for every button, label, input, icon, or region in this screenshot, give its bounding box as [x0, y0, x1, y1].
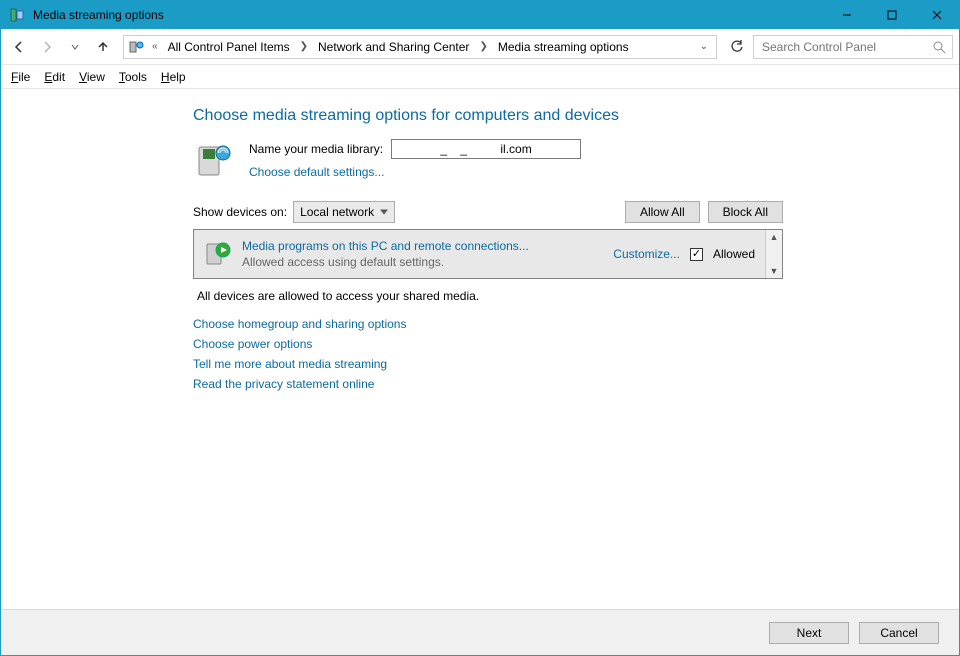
- search-icon: [932, 40, 946, 54]
- device-row[interactable]: Media programs on this PC and remote con…: [194, 230, 765, 278]
- navbar: « All Control Panel Items ❯ Network and …: [1, 29, 959, 65]
- device-list: Media programs on this PC and remote con…: [193, 229, 783, 279]
- window-title: Media streaming options: [33, 8, 164, 22]
- library-name-label: Name your media library:: [249, 142, 383, 156]
- show-devices-value: Local network: [300, 205, 374, 219]
- show-devices-select[interactable]: Local network: [293, 201, 395, 223]
- nav-up-button[interactable]: [91, 35, 115, 59]
- chevron-right-icon: ❯: [477, 41, 489, 52]
- breadcrumb-icon: [128, 38, 146, 56]
- search-input[interactable]: [760, 39, 932, 55]
- content-area: Choose media streaming options for compu…: [1, 89, 959, 609]
- menu-tools[interactable]: Tools: [119, 70, 147, 84]
- show-devices-row: Show devices on: Local network Allow All…: [193, 201, 783, 223]
- device-title-link[interactable]: Media programs on this PC and remote con…: [242, 239, 603, 253]
- window: Media streaming options « All Control Pa…: [0, 0, 960, 656]
- minimize-button[interactable]: [824, 1, 869, 29]
- device-list-scrollbar[interactable]: ▲ ▼: [765, 230, 782, 278]
- breadcrumb-prefix: «: [150, 41, 160, 52]
- status-text: All devices are allowed to access your s…: [197, 289, 783, 303]
- menu-file[interactable]: File: [11, 70, 30, 84]
- app-icon: [7, 5, 27, 25]
- menu-edit[interactable]: Edit: [44, 70, 65, 84]
- titlebar: Media streaming options: [1, 1, 959, 29]
- refresh-button[interactable]: [725, 35, 749, 59]
- nav-forward-button[interactable]: [35, 35, 59, 59]
- device-allowed-label: Allowed: [713, 247, 755, 261]
- breadcrumb[interactable]: « All Control Panel Items ❯ Network and …: [123, 35, 717, 59]
- library-row: Name your media library: Choose default …: [193, 139, 783, 183]
- breadcrumb-item-0[interactable]: All Control Panel Items: [164, 40, 294, 54]
- link-privacy-statement[interactable]: Read the privacy statement online: [193, 377, 783, 391]
- close-button[interactable]: [914, 1, 959, 29]
- link-power-options[interactable]: Choose power options: [193, 337, 783, 351]
- cancel-button[interactable]: Cancel: [859, 622, 939, 644]
- menu-help[interactable]: Help: [161, 70, 186, 84]
- choose-default-settings-link[interactable]: Choose default settings...: [249, 165, 581, 179]
- block-all-button[interactable]: Block All: [708, 201, 783, 223]
- footer: Next Cancel: [1, 609, 959, 655]
- show-devices-label: Show devices on:: [193, 205, 287, 219]
- link-media-streaming-help[interactable]: Tell me more about media streaming: [193, 357, 783, 371]
- breadcrumb-item-2[interactable]: Media streaming options: [494, 40, 633, 54]
- breadcrumb-item-1[interactable]: Network and Sharing Center: [314, 40, 473, 54]
- allow-all-button[interactable]: Allow All: [625, 201, 700, 223]
- search-box[interactable]: [753, 35, 953, 59]
- library-icon: [193, 139, 237, 183]
- related-links: Choose homegroup and sharing options Cho…: [193, 317, 783, 391]
- device-customize-link[interactable]: Customize...: [613, 247, 680, 261]
- scroll-down-icon[interactable]: ▼: [770, 266, 779, 276]
- menu-view[interactable]: View: [79, 70, 105, 84]
- chevron-right-icon: ❯: [298, 41, 310, 52]
- device-subtitle: Allowed access using default settings.: [242, 255, 603, 269]
- scroll-up-icon[interactable]: ▲: [770, 232, 779, 242]
- next-button[interactable]: Next: [769, 622, 849, 644]
- menubar: File Edit View Tools Help: [1, 65, 959, 89]
- device-allowed-checkbox[interactable]: ✓: [690, 248, 703, 261]
- nav-back-button[interactable]: [7, 35, 31, 59]
- nav-recent-dropdown[interactable]: [63, 35, 87, 59]
- link-homegroup[interactable]: Choose homegroup and sharing options: [193, 317, 783, 331]
- library-name-input[interactable]: [391, 139, 581, 159]
- chevron-down-icon[interactable]: ⌄: [700, 41, 712, 52]
- device-icon: [204, 240, 232, 268]
- page-title: Choose media streaming options for compu…: [193, 107, 783, 125]
- maximize-button[interactable]: [869, 1, 914, 29]
